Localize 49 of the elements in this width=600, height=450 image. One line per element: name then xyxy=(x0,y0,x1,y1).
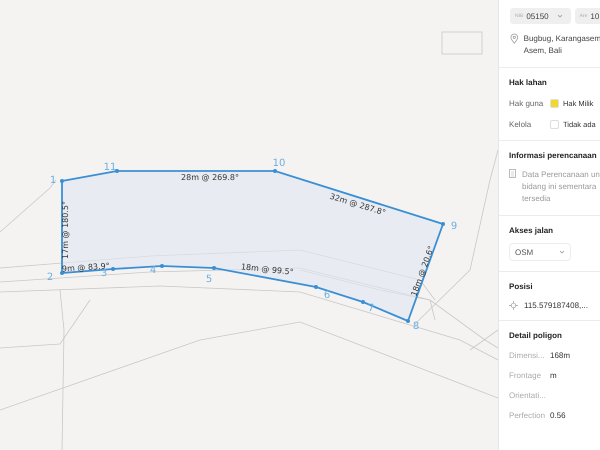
vertex-number: 4 xyxy=(150,265,156,276)
section-title: Informasi perencanaan xyxy=(509,151,598,160)
vertex-number: 1 xyxy=(50,175,56,186)
field-label: Dimensi... xyxy=(509,351,546,360)
section-title: Akses jalan xyxy=(509,226,554,235)
document-icon xyxy=(509,169,516,178)
location-pin-icon xyxy=(510,33,519,44)
field-value: 168m xyxy=(550,351,570,360)
vertex-number: 11 xyxy=(104,162,116,173)
vertex-number: 6 xyxy=(324,290,330,301)
chevron-down-icon xyxy=(556,14,563,18)
vertex-handle[interactable] xyxy=(361,300,365,304)
vertex-number: 3 xyxy=(100,268,108,279)
field-label: Kelola xyxy=(509,120,532,129)
section-title: Hak lahan xyxy=(509,78,548,87)
edge-measurement: 18m @ 20.6° xyxy=(409,244,436,298)
section-title: Posisi xyxy=(509,282,534,291)
vertex-number: 8 xyxy=(412,321,420,332)
vertex-handle[interactable] xyxy=(273,169,277,173)
vertex-handle[interactable] xyxy=(115,169,119,173)
field-value: 0.56 xyxy=(550,411,566,420)
vertex-handle[interactable] xyxy=(441,222,445,226)
field-value: m xyxy=(550,371,557,380)
vertex-handle[interactable] xyxy=(111,267,115,271)
field-label: Hak guna xyxy=(509,99,544,108)
chevron-down-icon xyxy=(559,250,565,254)
coordinates-text: 115.579187408,... xyxy=(524,301,588,310)
field-label: Frontage xyxy=(509,371,542,380)
vertex-handle[interactable] xyxy=(406,319,410,323)
edge-measurement: 17m @ 180.5° xyxy=(61,201,70,259)
crosshair-icon xyxy=(509,301,518,310)
vertex-handle[interactable] xyxy=(160,264,164,268)
vertex-number: 2 xyxy=(46,272,54,283)
planning-note: Data Perencanaan un bidang ini sementara tersedia xyxy=(522,169,600,205)
edge-measurement: 18m @ 99.5° xyxy=(240,262,294,277)
vertex-number: 9 xyxy=(450,221,458,232)
vertex-handle[interactable] xyxy=(212,266,216,270)
vertex-handle[interactable] xyxy=(314,285,318,289)
section-title: Detail poligon xyxy=(509,331,563,340)
vertex-handle[interactable] xyxy=(60,271,64,275)
field-label: Orientati... xyxy=(509,391,546,400)
road-source-dropdown[interactable]: OSM xyxy=(509,243,571,261)
vertex-handle[interactable] xyxy=(60,179,64,183)
edge-measurement: 32m @ 287.8° xyxy=(328,192,387,218)
vertex-number: 5 xyxy=(206,274,212,285)
field-label: Perfection xyxy=(509,411,546,420)
edge-measurement: 28m @ 269.8° xyxy=(181,173,239,182)
vertex-number: 10 xyxy=(272,158,286,169)
vertex-number: 7 xyxy=(368,303,374,314)
